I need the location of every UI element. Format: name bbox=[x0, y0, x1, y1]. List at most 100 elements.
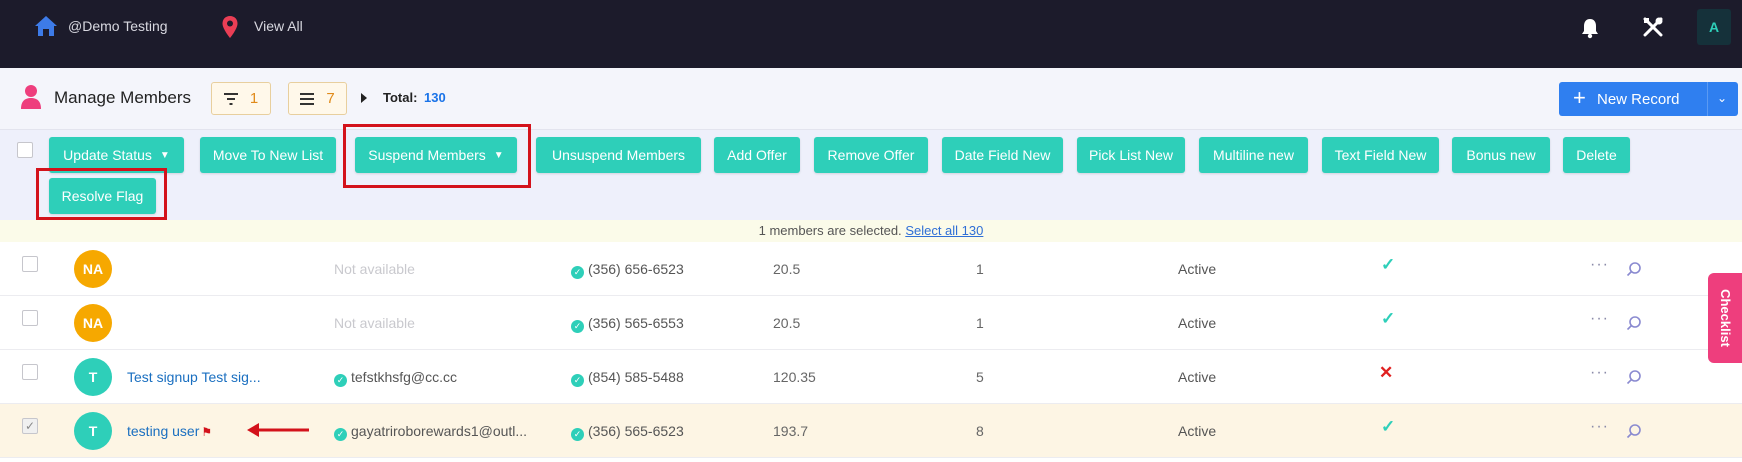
delete-label: Delete bbox=[1576, 147, 1617, 163]
text-field-new-label: Text Field New bbox=[1334, 147, 1427, 163]
search-icon[interactable] bbox=[1626, 423, 1642, 439]
count-cell: 8 bbox=[976, 423, 984, 439]
selection-notice: 1 members are selected. Select all 130 bbox=[0, 220, 1742, 242]
amount-cell: 193.7 bbox=[773, 423, 809, 439]
add-offer-button[interactable]: Add Offer bbox=[714, 137, 800, 173]
phone-value: (854) 585-5488 bbox=[588, 369, 684, 385]
email-cell: Not available bbox=[334, 315, 415, 331]
phone-value: (356) 656-6523 bbox=[588, 261, 684, 277]
user-avatar[interactable]: A bbox=[1697, 9, 1731, 45]
email-value: gayatriroborewards1@outl... bbox=[351, 423, 528, 439]
phone-value: (356) 565-6523 bbox=[588, 423, 684, 439]
member-icon bbox=[21, 85, 41, 109]
location-pin-icon[interactable] bbox=[221, 15, 239, 39]
move-to-new-list-label: Move To New List bbox=[212, 147, 324, 163]
more-options-icon[interactable]: ··· bbox=[1590, 418, 1609, 436]
page-title: Manage Members bbox=[54, 88, 192, 107]
search-icon[interactable] bbox=[1626, 369, 1642, 385]
list-count: 7 bbox=[326, 90, 335, 107]
row-checkbox[interactable] bbox=[22, 364, 38, 380]
top-navigation-bar: @Demo Testing View All A bbox=[0, 0, 1742, 68]
expand-caret-icon[interactable] bbox=[361, 93, 367, 103]
split-divider bbox=[1707, 82, 1708, 116]
email-value: tefstkhsfg@cc.cc bbox=[351, 369, 458, 385]
phone-cell: ✓ (356) 565-6523 bbox=[571, 423, 684, 441]
new-record-button[interactable]: + New Record ⌄ bbox=[1559, 82, 1738, 116]
check-icon: ✓ bbox=[1381, 255, 1396, 274]
checklist-label: Checklist bbox=[1718, 289, 1733, 347]
status-cell: Active bbox=[1178, 369, 1217, 385]
unsuspend-members-button[interactable]: Unsuspend Members bbox=[536, 137, 701, 173]
member-name-link[interactable]: testing user ⚑ bbox=[127, 423, 212, 439]
cross-icon: ✕ bbox=[1379, 363, 1394, 382]
member-name: testing user bbox=[127, 423, 200, 439]
chevron-down-icon[interactable]: ⌄ bbox=[1717, 91, 1727, 105]
resolve-flag-highlight bbox=[36, 168, 167, 220]
table-row[interactable]: NA Not available ✓ (356) 656-6523 20.5 1 … bbox=[0, 242, 1742, 296]
search-icon[interactable] bbox=[1626, 315, 1642, 331]
check-icon: ✓ bbox=[1381, 417, 1396, 436]
row-checkbox[interactable] bbox=[22, 256, 38, 272]
notification-bell-icon[interactable] bbox=[1580, 17, 1600, 39]
unsuspend-members-label: Unsuspend Members bbox=[551, 147, 686, 163]
pick-list-new-button[interactable]: Pick List New bbox=[1077, 137, 1185, 173]
page-header: Manage Members 1 7 Total: 130 + New Reco… bbox=[0, 68, 1742, 130]
remove-offer-button[interactable]: Remove Offer bbox=[814, 137, 928, 173]
status-cell: Active bbox=[1178, 261, 1217, 277]
member-avatar: T bbox=[74, 358, 112, 396]
verified-icon: ✓ bbox=[571, 320, 584, 333]
search-icon[interactable] bbox=[1626, 261, 1642, 277]
plus-icon: + bbox=[1573, 85, 1586, 110]
amount-cell: 120.35 bbox=[773, 369, 816, 385]
workspace-name[interactable]: @Demo Testing bbox=[68, 18, 168, 34]
flag-icon: ⚑ bbox=[201, 425, 213, 439]
move-to-new-list-button[interactable]: Move To New List bbox=[200, 137, 336, 173]
filter-chip[interactable]: 1 bbox=[211, 82, 271, 115]
checklist-tab[interactable]: Checklist bbox=[1708, 273, 1742, 363]
verified-icon: ✓ bbox=[334, 374, 347, 387]
remove-offer-label: Remove Offer bbox=[827, 147, 915, 163]
more-options-icon[interactable]: ··· bbox=[1590, 310, 1609, 328]
verified-icon: ✓ bbox=[334, 428, 347, 441]
date-field-new-button[interactable]: Date Field New bbox=[942, 137, 1063, 173]
more-options-icon[interactable]: ··· bbox=[1590, 364, 1609, 382]
verified-icon: ✓ bbox=[571, 266, 584, 279]
row-checkbox[interactable] bbox=[22, 310, 38, 326]
bulk-action-bar: Update Status ▼ Move To New List Suspend… bbox=[0, 130, 1742, 220]
phone-cell: ✓ (854) 585-5488 bbox=[571, 369, 684, 387]
select-all-link[interactable]: Select all 130 bbox=[905, 223, 983, 238]
table-row[interactable]: T Test signup Test sig... ✓ tefstkhsfg@cc… bbox=[0, 350, 1742, 404]
annotation-arrow bbox=[247, 423, 309, 437]
more-options-icon[interactable]: ··· bbox=[1590, 256, 1609, 274]
filter-icon bbox=[223, 92, 238, 105]
check-icon: ✓ bbox=[1381, 309, 1396, 328]
location-filter[interactable]: View All bbox=[254, 18, 303, 34]
delete-button[interactable]: Delete bbox=[1563, 137, 1630, 173]
phone-cell: ✓ (356) 565-6553 bbox=[571, 315, 684, 333]
list-icon bbox=[300, 92, 315, 105]
list-chip[interactable]: 7 bbox=[288, 82, 347, 115]
amount-cell: 20.5 bbox=[773, 261, 801, 277]
verified-icon: ✓ bbox=[571, 374, 584, 387]
add-offer-label: Add Offer bbox=[727, 147, 787, 163]
select-all-checkbox[interactable] bbox=[17, 142, 33, 158]
text-field-new-button[interactable]: Text Field New bbox=[1322, 137, 1439, 173]
total-value: 130 bbox=[424, 90, 446, 105]
member-name-link[interactable]: Test signup Test sig... bbox=[127, 369, 261, 385]
multiline-new-button[interactable]: Multiline new bbox=[1199, 137, 1308, 173]
row-checkbox[interactable]: ✓ bbox=[22, 418, 38, 434]
count-cell: 1 bbox=[976, 315, 984, 331]
update-status-label: Update Status bbox=[63, 147, 152, 163]
bonus-new-button[interactable]: Bonus new bbox=[1452, 137, 1550, 173]
member-avatar: NA bbox=[74, 304, 112, 342]
table-row[interactable]: NA Not available ✓ (356) 565-6553 20.5 1 … bbox=[0, 296, 1742, 350]
verified-icon: ✓ bbox=[571, 428, 584, 441]
email-cell: ✓ gayatriroborewards1@outl... bbox=[334, 423, 527, 441]
tools-icon[interactable] bbox=[1642, 16, 1664, 38]
home-icon[interactable] bbox=[33, 14, 59, 38]
phone-cell: ✓ (356) 656-6523 bbox=[571, 261, 684, 279]
count-cell: 5 bbox=[976, 369, 984, 385]
email-cell: Not available bbox=[334, 261, 415, 277]
member-avatar: NA bbox=[74, 250, 112, 288]
suspend-members-highlight bbox=[343, 124, 531, 188]
